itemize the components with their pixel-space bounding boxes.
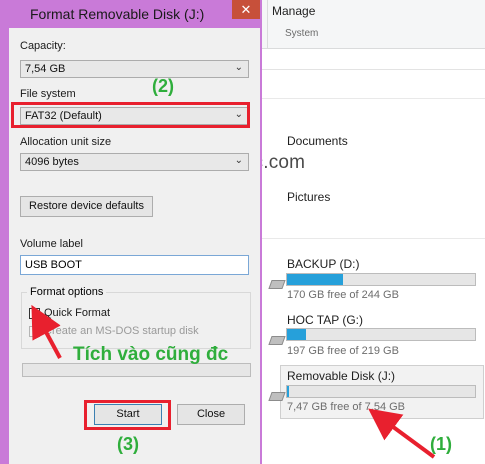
arrow-removable-disk: [368, 408, 436, 459]
annotation-arrows: [31, 304, 436, 459]
arrow-quick-format: [31, 304, 62, 359]
